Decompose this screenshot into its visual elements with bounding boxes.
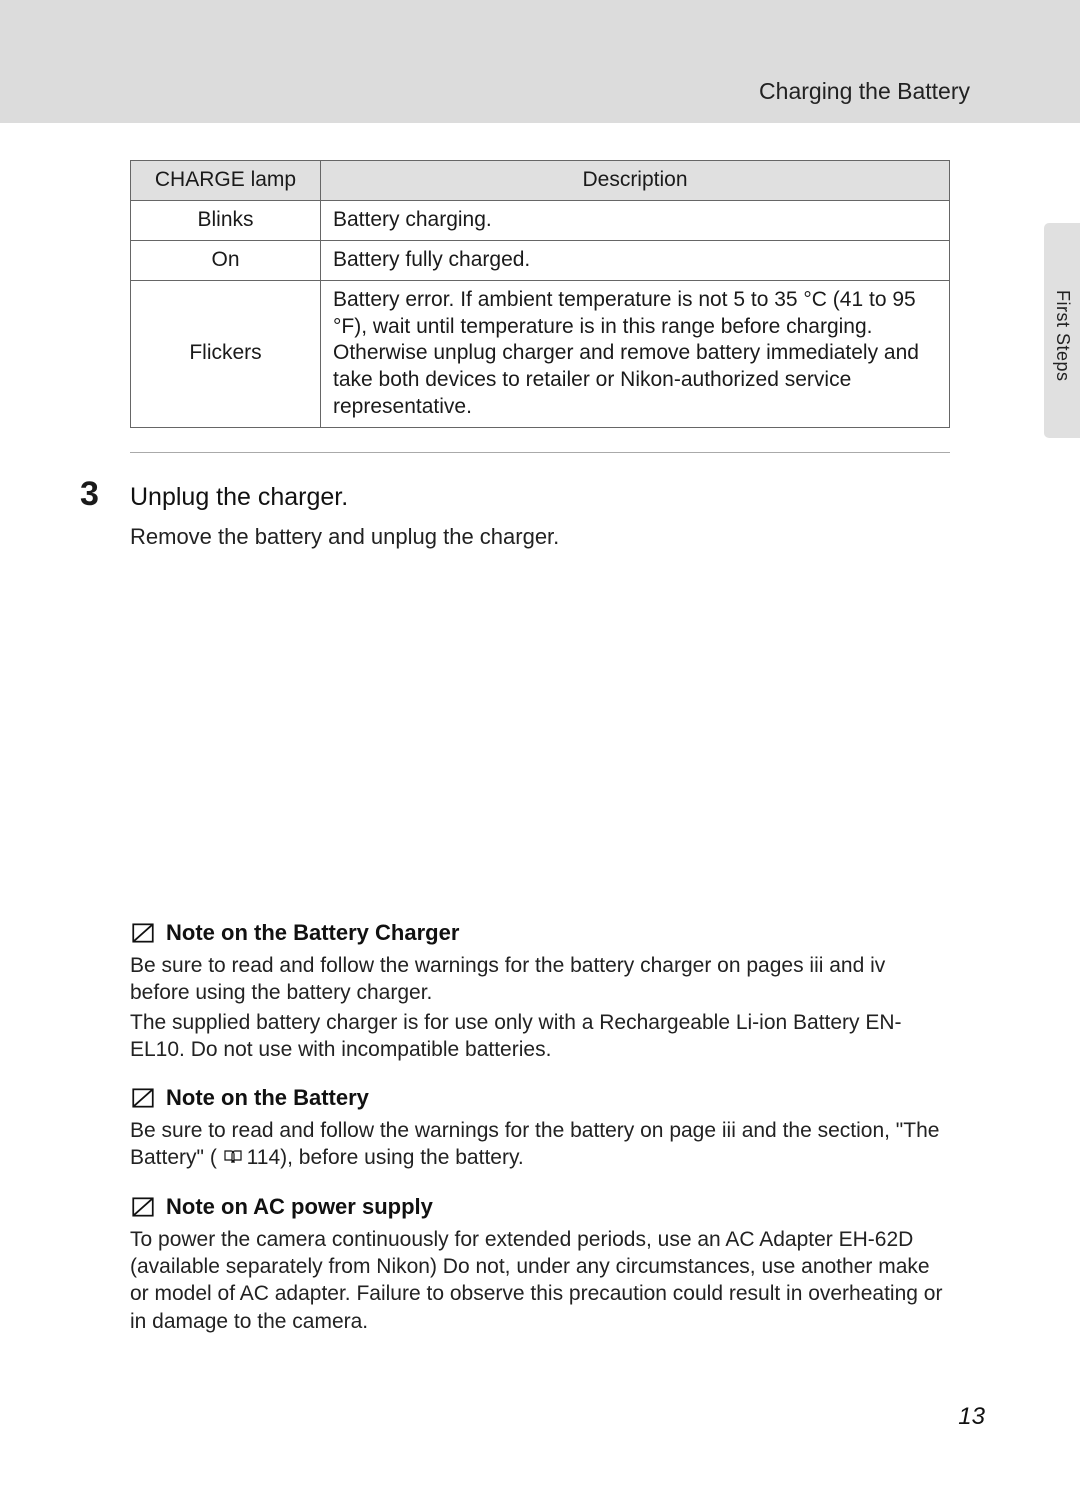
cell-lamp: Flickers: [131, 280, 321, 427]
table-header-lamp: CHARGE lamp: [131, 161, 321, 201]
note-battery: Note on the Battery Be sure to read and …: [130, 1085, 950, 1172]
step-number: 3: [80, 477, 114, 511]
caution-icon: [130, 1085, 156, 1111]
note-title: Note on the Battery Charger: [166, 920, 459, 946]
manual-page: Charging the Battery First Steps CHARGE …: [0, 0, 1080, 1486]
table-row: Blinks Battery charging.: [131, 200, 950, 240]
note-text: Be sure to read and follow the warnings …: [130, 952, 950, 1063]
page-ref-number: 114: [247, 1146, 280, 1169]
step-title: Unplug the charger.: [130, 483, 348, 512]
page-number: 13: [958, 1403, 985, 1431]
cell-desc: Battery charging.: [321, 200, 950, 240]
note-text-segment: ), before using the battery.: [280, 1146, 524, 1169]
charge-lamp-table: CHARGE lamp Description Blinks Battery c…: [130, 160, 950, 428]
step-body: Remove the battery and unplug the charge…: [130, 524, 950, 550]
cell-desc: Battery error. If ambient temperature is…: [321, 280, 950, 427]
cell-desc: Battery fully charged.: [321, 240, 950, 280]
chapter-tab-label: First Steps: [1052, 290, 1073, 382]
caution-icon: [130, 1194, 156, 1220]
table-header-description: Description: [321, 161, 950, 201]
note-text: To power the camera continuously for ext…: [130, 1226, 950, 1335]
note-text: Be sure to read and follow the warnings …: [130, 1117, 950, 1172]
note-battery-charger: Note on the Battery Charger Be sure to r…: [130, 920, 950, 1063]
note-title: Note on AC power supply: [166, 1194, 433, 1220]
table-row: Flickers Battery error. If ambient tempe…: [131, 280, 950, 427]
page-ref-icon: [223, 1146, 243, 1164]
caution-icon: [130, 920, 156, 946]
cell-lamp: Blinks: [131, 200, 321, 240]
cell-lamp: On: [131, 240, 321, 280]
note-ac-power: Note on AC power supply To power the cam…: [130, 1194, 950, 1335]
note-title: Note on the Battery: [166, 1085, 369, 1111]
step-item: 3 Unplug the charger.: [130, 477, 950, 512]
table-row: On Battery fully charged.: [131, 240, 950, 280]
section-divider: [130, 452, 950, 453]
